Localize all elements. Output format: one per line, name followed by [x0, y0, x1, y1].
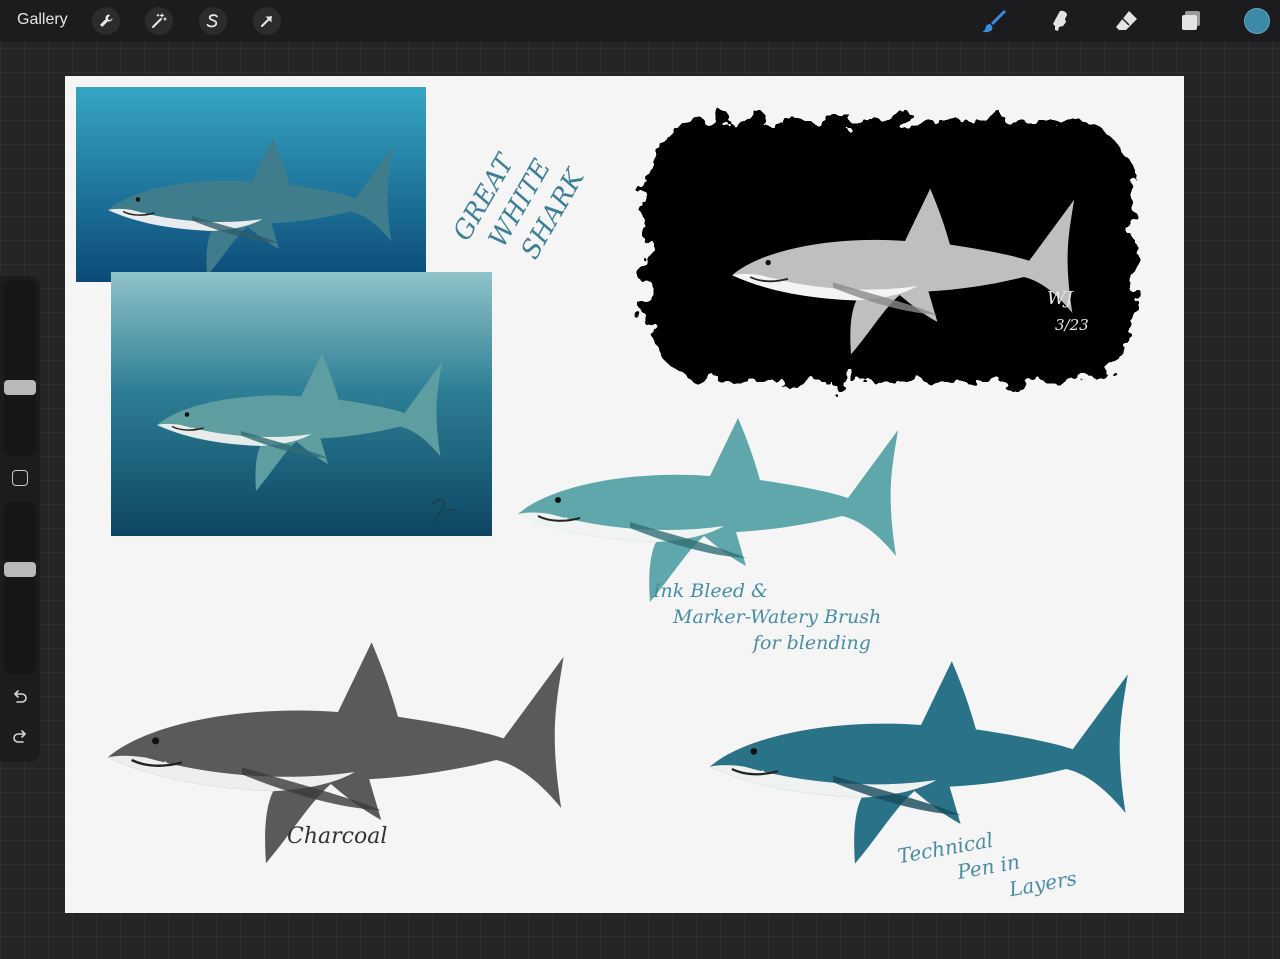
- eraser-icon[interactable]: [1110, 5, 1142, 37]
- note-ink-line-1: Ink Bleed &: [653, 580, 768, 602]
- note-ink-bleed: Ink Bleed & Marker-Watery Brush for blen…: [653, 578, 933, 656]
- shark-marker-teal: [505, 406, 915, 606]
- arrow-cursor-icon[interactable]: [253, 7, 281, 35]
- shark-painting-ocean-1: [76, 87, 426, 282]
- smudge-icon[interactable]: [1044, 5, 1076, 37]
- drawing-canvas[interactable]: GREAT WHITE SHARK WJ 3/23 Ink Bleed & Ma…: [65, 76, 1184, 913]
- top-toolbar: Gallery: [0, 0, 1280, 42]
- opacity-slider[interactable]: [4, 502, 36, 674]
- shark-painting-ocean-2: [111, 272, 492, 536]
- redo-icon[interactable]: [8, 726, 32, 750]
- selection-s-icon[interactable]: [199, 7, 227, 35]
- layers-icon[interactable]: [1175, 5, 1207, 37]
- gallery-button[interactable]: Gallery: [17, 11, 68, 29]
- signature-initials: WJ: [1047, 288, 1075, 309]
- note-ink-line-2: Marker-Watery Brush: [673, 606, 882, 628]
- opacity-thumb[interactable]: [4, 561, 36, 577]
- brush-icon[interactable]: [978, 5, 1010, 37]
- brush-size-thumb[interactable]: [4, 379, 36, 395]
- side-bar: [0, 276, 40, 762]
- note-charcoal: Charcoal: [287, 824, 388, 849]
- color-swatch[interactable]: [1244, 8, 1270, 34]
- square-icon[interactable]: [12, 470, 28, 486]
- heading-great-white-shark: GREAT WHITE SHARK: [448, 148, 592, 264]
- undo-icon[interactable]: [8, 686, 32, 710]
- brush-size-slider[interactable]: [4, 280, 36, 456]
- magic-wand-icon[interactable]: [145, 7, 173, 35]
- shark-technical-pen: [681, 648, 1161, 868]
- signature-date: 3/23: [1055, 316, 1089, 334]
- shark-ink-bleed: WJ 3/23: [605, 82, 1185, 422]
- wrench-icon[interactable]: [92, 7, 120, 35]
